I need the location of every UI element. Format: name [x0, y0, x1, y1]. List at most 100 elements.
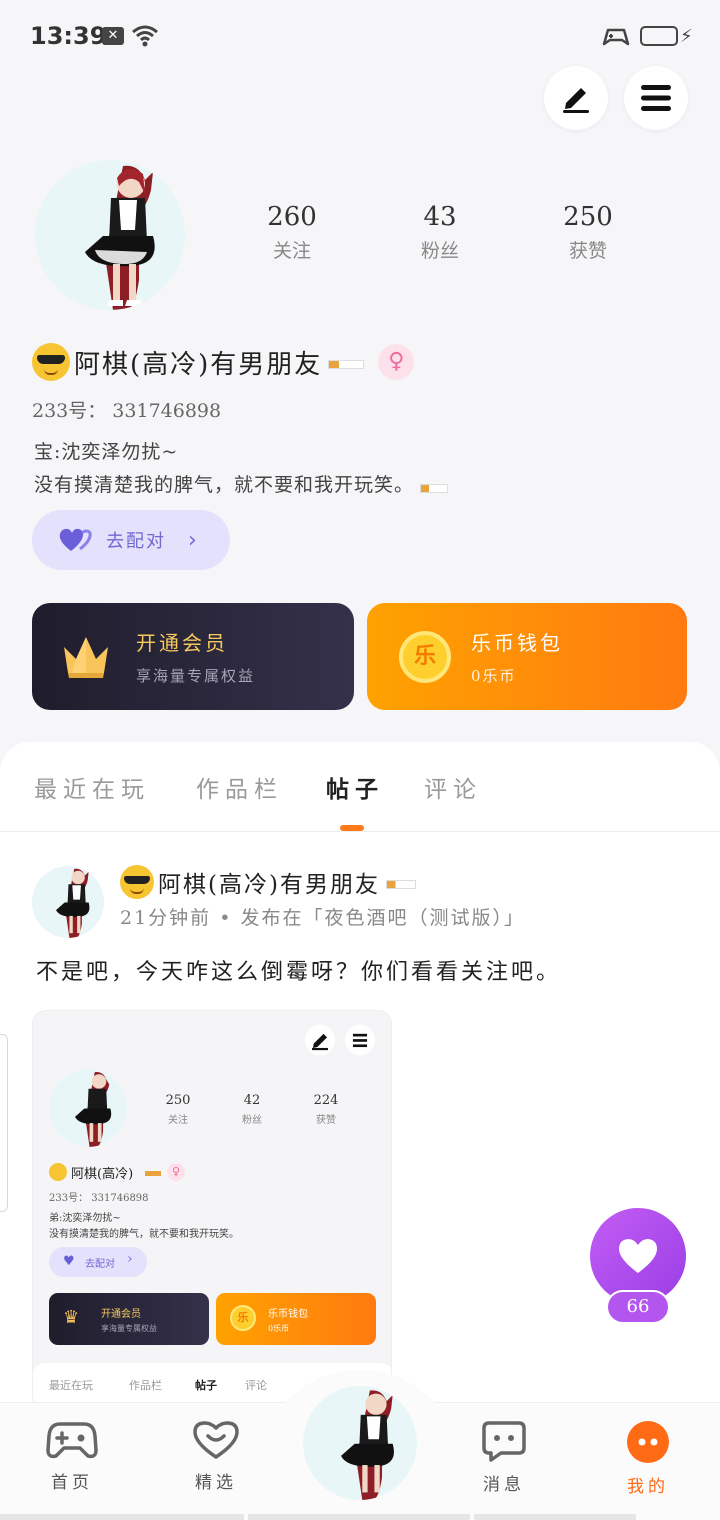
cigarette-icon: [145, 1171, 161, 1176]
nav-me[interactable]: 我的: [598, 1420, 698, 1497]
vip-subtitle: 享海量专属权益: [136, 667, 256, 685]
mini-fans-count: 42: [243, 1093, 261, 1108]
heart-icon: [619, 1239, 657, 1273]
mini-avatar: [49, 1069, 127, 1147]
likes-count: 250: [563, 202, 613, 232]
system-nav-bar: [0, 1514, 636, 1520]
cool-face-icon: [49, 1163, 67, 1181]
mini-wallet-sub: 0乐币: [268, 1324, 290, 1333]
cigarette-icon: [420, 484, 449, 493]
nav-messages-label: 消息: [483, 1475, 525, 1495]
chat-icon: [482, 1421, 526, 1462]
mini-bio-line-1: 弟:沈奕泽勿扰~: [49, 1213, 121, 1224]
mini-tab-works: 作品栏: [129, 1379, 162, 1392]
chevron-right-icon: ›: [188, 527, 197, 553]
post-image[interactable]: 250 关注 42 粉丝 224 获赞 阿棋(高冷) ♀ 233号： 33174…: [32, 1010, 392, 1410]
status-bar: 13:39 ✕ ⚡: [0, 0, 720, 72]
fans-stat[interactable]: 43 粉丝: [370, 202, 510, 263]
profile-name-row: 阿棋(高冷)有男朋友 ♀: [32, 340, 415, 384]
mini-tab-comments: 评论: [245, 1379, 267, 1392]
mini-vip-card: ♛ 开通会员 享海量专属权益: [49, 1293, 209, 1345]
mini-menu-button: [345, 1025, 375, 1055]
following-label: 关注: [272, 240, 311, 262]
avatar-image: [56, 868, 90, 938]
divider: [0, 831, 720, 832]
fans-count: 43: [423, 202, 457, 232]
mini-following-label: 关注: [168, 1115, 188, 1126]
mini-tab-posts: 帖子: [195, 1379, 217, 1392]
cigarette-icon: [385, 879, 416, 889]
bio-line-2-wrap: 没有摸清楚我的脾气，就不要和我开玩笑。: [34, 469, 449, 502]
nav-center-avatar[interactable]: [303, 1386, 417, 1500]
likes-label: 获赞: [568, 240, 607, 262]
profile-face-icon: [627, 1421, 669, 1463]
mini-vip-sub: 享海量专属权益: [101, 1324, 157, 1333]
profile-name: 阿棋(高冷)有男朋友: [74, 349, 323, 380]
avatar-image: [341, 1390, 394, 1500]
wallet-card[interactable]: 乐 乐币钱包 0乐币: [367, 603, 687, 710]
profile-bio: 宝:沈奕泽勿扰~ 没有摸清楚我的脾气，就不要和我开玩笑。: [34, 436, 449, 502]
tab-recent-play[interactable]: 最近在玩: [34, 770, 150, 804]
battery-icon: [640, 26, 678, 46]
crown-icon: ♛: [63, 1307, 80, 1328]
female-gender-icon: ♀: [167, 1163, 185, 1181]
notification-icon: ✕: [102, 27, 124, 45]
following-stat[interactable]: 260 关注: [222, 202, 362, 263]
mini-fans-label: 粉丝: [242, 1115, 262, 1126]
avatar-image: [85, 165, 155, 310]
following-count: 260: [267, 202, 317, 232]
gamepad-icon: [46, 1422, 98, 1459]
wifi-icon: [132, 25, 158, 47]
nav-featured-label: 精选: [195, 1473, 237, 1493]
pair-button[interactable]: 去配对 ›: [32, 510, 230, 570]
edge-handle[interactable]: [0, 1034, 8, 1212]
nav-home[interactable]: 首页: [22, 1420, 122, 1493]
cool-face-icon: [32, 343, 70, 381]
mini-bio-line-2: 没有摸清楚我的脾气，就不要和我开玩笑。: [49, 1229, 239, 1240]
tab-comments[interactable]: 评论: [424, 770, 482, 804]
crown-icon: [64, 637, 108, 678]
bio-line-1: 宝:沈奕泽勿扰~: [34, 441, 179, 463]
vip-title: 开通会员: [136, 631, 228, 655]
charging-icon: ⚡: [680, 26, 693, 47]
nav-messages[interactable]: 消息: [454, 1420, 554, 1495]
mini-name: 阿棋(高冷): [71, 1167, 134, 1182]
pen-icon: [563, 88, 589, 113]
mini-likes-label: 获赞: [316, 1115, 336, 1126]
mini-tab-recent: 最近在玩: [49, 1379, 93, 1392]
post-author-name[interactable]: 阿棋(高冷)有男朋友: [158, 865, 380, 899]
nav-home-label: 首页: [51, 1473, 93, 1493]
user-id: 233号： 331746898: [32, 400, 222, 422]
like-count: 66: [606, 1290, 670, 1324]
post-author-row: 阿棋(高冷)有男朋友: [120, 862, 416, 902]
status-time: 13:39: [30, 22, 107, 50]
nav-featured[interactable]: 精选: [166, 1420, 266, 1493]
hearts-icon: [59, 528, 92, 551]
menu-button[interactable]: [624, 66, 688, 130]
mini-vip-title: 开通会员: [101, 1309, 141, 1320]
pair-label: 去配对: [106, 531, 166, 552]
menu-icon: [641, 85, 671, 111]
mini-user-id: 233号： 331746898: [49, 1193, 149, 1204]
cool-face-icon: [120, 865, 154, 899]
coin-icon: 乐: [399, 631, 451, 683]
game-mode-icon: [602, 28, 630, 46]
cigarette-icon: [328, 359, 365, 369]
mini-following-count: 250: [165, 1093, 191, 1108]
mini-pair-button: ♥ 去配对 ›: [49, 1247, 147, 1277]
vip-card[interactable]: 开通会员 享海量专属权益: [32, 603, 354, 710]
post-meta[interactable]: 21分钟前 • 发布在「夜色酒吧（测试版）」: [120, 903, 525, 930]
chevron-right-icon: ›: [127, 1251, 133, 1267]
coin-icon: 乐: [230, 1305, 256, 1331]
fans-label: 粉丝: [420, 240, 459, 262]
edit-profile-button[interactable]: [544, 66, 608, 130]
profile-avatar[interactable]: [35, 160, 185, 310]
likes-stat[interactable]: 250 获赞: [518, 202, 658, 263]
wallet-title: 乐币钱包: [471, 631, 563, 655]
hearts-icon: ♥: [63, 1254, 75, 1269]
mini-wallet-title: 乐币钱包: [268, 1309, 308, 1320]
wallet-balance: 0乐币: [471, 667, 517, 685]
tab-works[interactable]: 作品栏: [196, 770, 283, 804]
tab-posts[interactable]: 帖子: [326, 770, 384, 804]
post-author-avatar[interactable]: [32, 866, 104, 938]
